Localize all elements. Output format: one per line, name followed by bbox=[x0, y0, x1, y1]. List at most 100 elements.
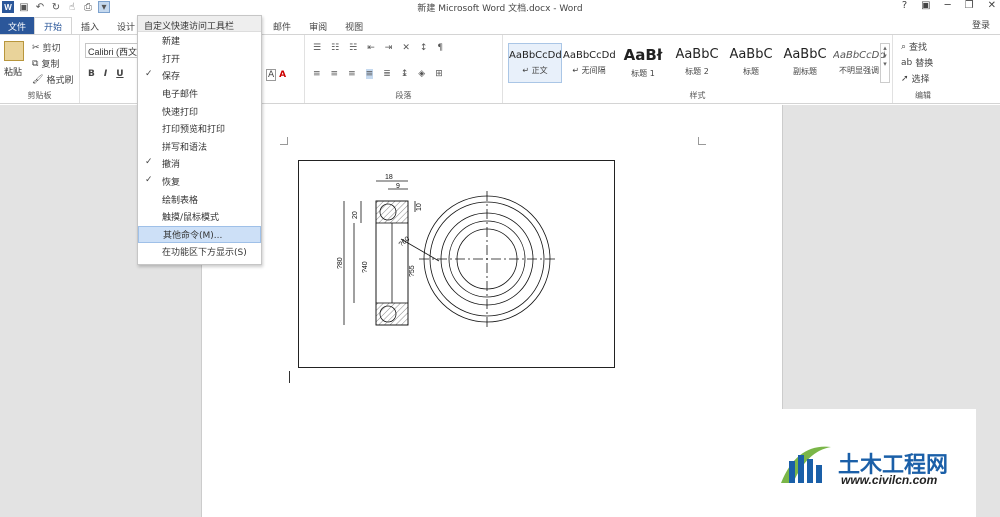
menu-item-undo[interactable]: ✓ 撤消 bbox=[138, 155, 261, 173]
drawing-frame[interactable]: 18 9 20 10 ?80 ?40 ?55 ?60 bbox=[298, 160, 615, 368]
borders-icon[interactable]: ⊞ bbox=[435, 69, 443, 79]
menu-item-spelling[interactable]: 拼写和语法 bbox=[138, 138, 261, 156]
style-subtitle[interactable]: AaBbC 副标题 bbox=[778, 43, 832, 83]
paste-button[interactable]: 粘贴 bbox=[4, 65, 22, 78]
cursor-icon: ➚ bbox=[901, 73, 909, 84]
menu-item-email[interactable]: 电子邮件 bbox=[138, 85, 261, 103]
bold-button[interactable]: B bbox=[88, 69, 95, 79]
dim-60: ?60 bbox=[398, 236, 412, 249]
menu-item-more-commands[interactable]: 其他命令(M)... bbox=[138, 225, 261, 244]
watermark-logo-icon bbox=[781, 446, 831, 483]
font-color-buttons: A A bbox=[266, 69, 286, 81]
ribbon-display-icon[interactable]: ▣ bbox=[921, 0, 930, 11]
editing-label: 编辑 bbox=[915, 91, 931, 100]
menu-item-open[interactable]: 打开 bbox=[138, 50, 261, 68]
watermark-url: www.civilcn.com bbox=[841, 473, 938, 487]
style-title[interactable]: AaBbC 标题 bbox=[724, 43, 778, 83]
menu-item-print-preview[interactable]: 打印预览和打印 bbox=[138, 120, 261, 138]
tab-mailings[interactable]: 邮件 bbox=[264, 17, 300, 35]
style-subtle-emphasis[interactable]: AaBbCcDd 不明显强调 bbox=[832, 43, 886, 83]
watermark: 土木工程网 www.civilcn.com bbox=[763, 409, 976, 517]
format-painter-button[interactable]: 🖌 格式刷 bbox=[32, 73, 73, 87]
tab-home[interactable]: 开始 bbox=[34, 17, 73, 35]
style-heading-2[interactable]: AaBbC 标题 2 bbox=[670, 43, 724, 83]
menu-item-quick-print[interactable]: 快速打印 bbox=[138, 102, 261, 120]
style-no-spacing[interactable]: AaBbCcDd ↵ 无间隔 bbox=[562, 43, 616, 83]
margin-corner-tl bbox=[280, 137, 288, 145]
document-page[interactable]: 18 9 20 10 ?80 ?40 ?55 ?60 bbox=[201, 105, 783, 517]
menu-item-save[interactable]: ✓ 保存 bbox=[138, 67, 261, 85]
help-icon[interactable]: ? bbox=[902, 0, 907, 11]
decrease-indent-icon[interactable]: ⇤ bbox=[367, 43, 375, 53]
italic-button[interactable]: I bbox=[104, 69, 107, 79]
login-link[interactable]: 登录 bbox=[972, 18, 990, 31]
copy-button[interactable]: ⧉ 复制 bbox=[32, 57, 59, 71]
font-name-select[interactable]: Calibri (西文 bbox=[85, 43, 140, 58]
menu-item-show-below-ribbon[interactable]: 在功能区下方显示(S) bbox=[138, 243, 261, 261]
line-spacing-icon[interactable]: ↨ bbox=[401, 69, 409, 79]
scissors-icon: ✂ bbox=[32, 42, 40, 53]
dim-80: ?80 bbox=[337, 257, 344, 269]
font-color-icon[interactable]: A bbox=[279, 70, 286, 80]
binoculars-icon: ⌕ bbox=[901, 41, 907, 52]
margin-corner-tr bbox=[698, 137, 706, 145]
check-icon: ✓ bbox=[145, 174, 153, 185]
menu-title: 自定义快速访问工具栏 bbox=[138, 16, 261, 32]
replace-button[interactable]: ab 替换 bbox=[901, 56, 933, 70]
window-controls: ? ▣ ─ ❐ ✕ bbox=[902, 0, 996, 11]
select-button[interactable]: ➚ 选择 bbox=[901, 72, 930, 86]
window-title: 新建 Microsoft Word 文档.docx - Word bbox=[417, 4, 583, 14]
clipboard-group: 粘贴 ✂ 剪切 ⧉ 复制 🖌 格式刷 剪贴板 bbox=[0, 35, 80, 103]
cut-button[interactable]: ✂ 剪切 bbox=[32, 41, 61, 55]
menu-item-draw-table[interactable]: 绘制表格 bbox=[138, 190, 261, 208]
clipboard-label: 剪贴板 bbox=[27, 91, 52, 100]
menu-item-new[interactable]: 新建 bbox=[138, 32, 261, 50]
text-effects-icon[interactable]: A bbox=[266, 69, 277, 81]
dim-40: ?40 bbox=[362, 261, 369, 273]
text-cursor bbox=[289, 371, 290, 383]
editing-group: ⌕ 查找 ab 替换 ➚ 选择 编辑 bbox=[893, 35, 953, 103]
font-format-buttons: B I U bbox=[88, 69, 124, 79]
style-normal[interactable]: AaBbCcDd ↵ 正文 bbox=[508, 43, 562, 83]
paragraph-row-1: ☰ ☷ ☵ ⇤ ⇥ ✕ ↕ ¶ bbox=[313, 43, 443, 53]
paragraph-label: 段落 bbox=[395, 91, 412, 100]
underline-button[interactable]: U bbox=[116, 69, 123, 79]
align-left-icon[interactable]: ≡ bbox=[313, 69, 321, 79]
distributed-icon[interactable]: ≣ bbox=[383, 69, 391, 79]
check-icon: ✓ bbox=[145, 69, 153, 80]
align-right-icon[interactable]: ≡ bbox=[348, 69, 356, 79]
check-icon: ✓ bbox=[145, 157, 153, 168]
show-marks-icon[interactable]: ¶ bbox=[437, 43, 443, 53]
justify-icon[interactable]: ≡ bbox=[365, 69, 374, 79]
menu-item-touch-mode[interactable]: 触摸/鼠标模式 bbox=[138, 208, 261, 226]
styles-label: 样式 bbox=[689, 91, 706, 100]
brush-icon: 🖌 bbox=[32, 74, 44, 85]
word-window: W ▣ ↶ ↻ ☝ ⎙ ▾ 新建 Microsoft Word 文档.docx … bbox=[0, 0, 1000, 517]
multilevel-icon[interactable]: ☵ bbox=[349, 43, 357, 53]
chinese-layout-icon[interactable]: ✕ bbox=[402, 43, 410, 53]
find-button[interactable]: ⌕ 查找 bbox=[901, 40, 927, 54]
numbering-icon[interactable]: ☷ bbox=[331, 43, 339, 53]
shading-icon[interactable]: ◈ bbox=[418, 69, 425, 79]
minimize-icon[interactable]: ─ bbox=[945, 0, 951, 11]
dim-10: 10 bbox=[416, 203, 423, 211]
paragraph-group: ☰ ☷ ☵ ⇤ ⇥ ✕ ↕ ¶ ≡ ≡ ≡ ≡ ≣ ↨ ◈ ⊞ 段落 bbox=[305, 35, 503, 103]
increase-indent-icon[interactable]: ⇥ bbox=[385, 43, 393, 53]
restore-icon[interactable]: ❐ bbox=[965, 0, 974, 11]
dim-20: 20 bbox=[352, 211, 359, 219]
align-center-icon[interactable]: ≡ bbox=[331, 69, 339, 79]
tab-review[interactable]: 审阅 bbox=[300, 17, 336, 35]
style-heading-1[interactable]: AaBł 标题 1 bbox=[616, 43, 670, 83]
menu-item-redo[interactable]: ✓ 恢复 bbox=[138, 173, 261, 191]
tab-insert[interactable]: 插入 bbox=[72, 17, 108, 35]
tab-file[interactable]: 文件 bbox=[0, 17, 34, 35]
bullets-icon[interactable]: ☰ bbox=[313, 43, 321, 53]
tab-view[interactable]: 视图 bbox=[336, 17, 372, 35]
replace-icon: ab bbox=[901, 57, 913, 68]
bearing-drawing: 18 9 20 10 ?80 ?40 ?55 ?60 bbox=[337, 174, 555, 327]
styles-scroll[interactable]: ▴ ▾ ▾ bbox=[880, 43, 890, 83]
close-icon[interactable]: ✕ bbox=[988, 0, 996, 11]
sort-icon[interactable]: ↕ bbox=[420, 43, 428, 53]
dim-55: ?55 bbox=[409, 265, 416, 277]
paste-icon[interactable] bbox=[4, 41, 24, 61]
